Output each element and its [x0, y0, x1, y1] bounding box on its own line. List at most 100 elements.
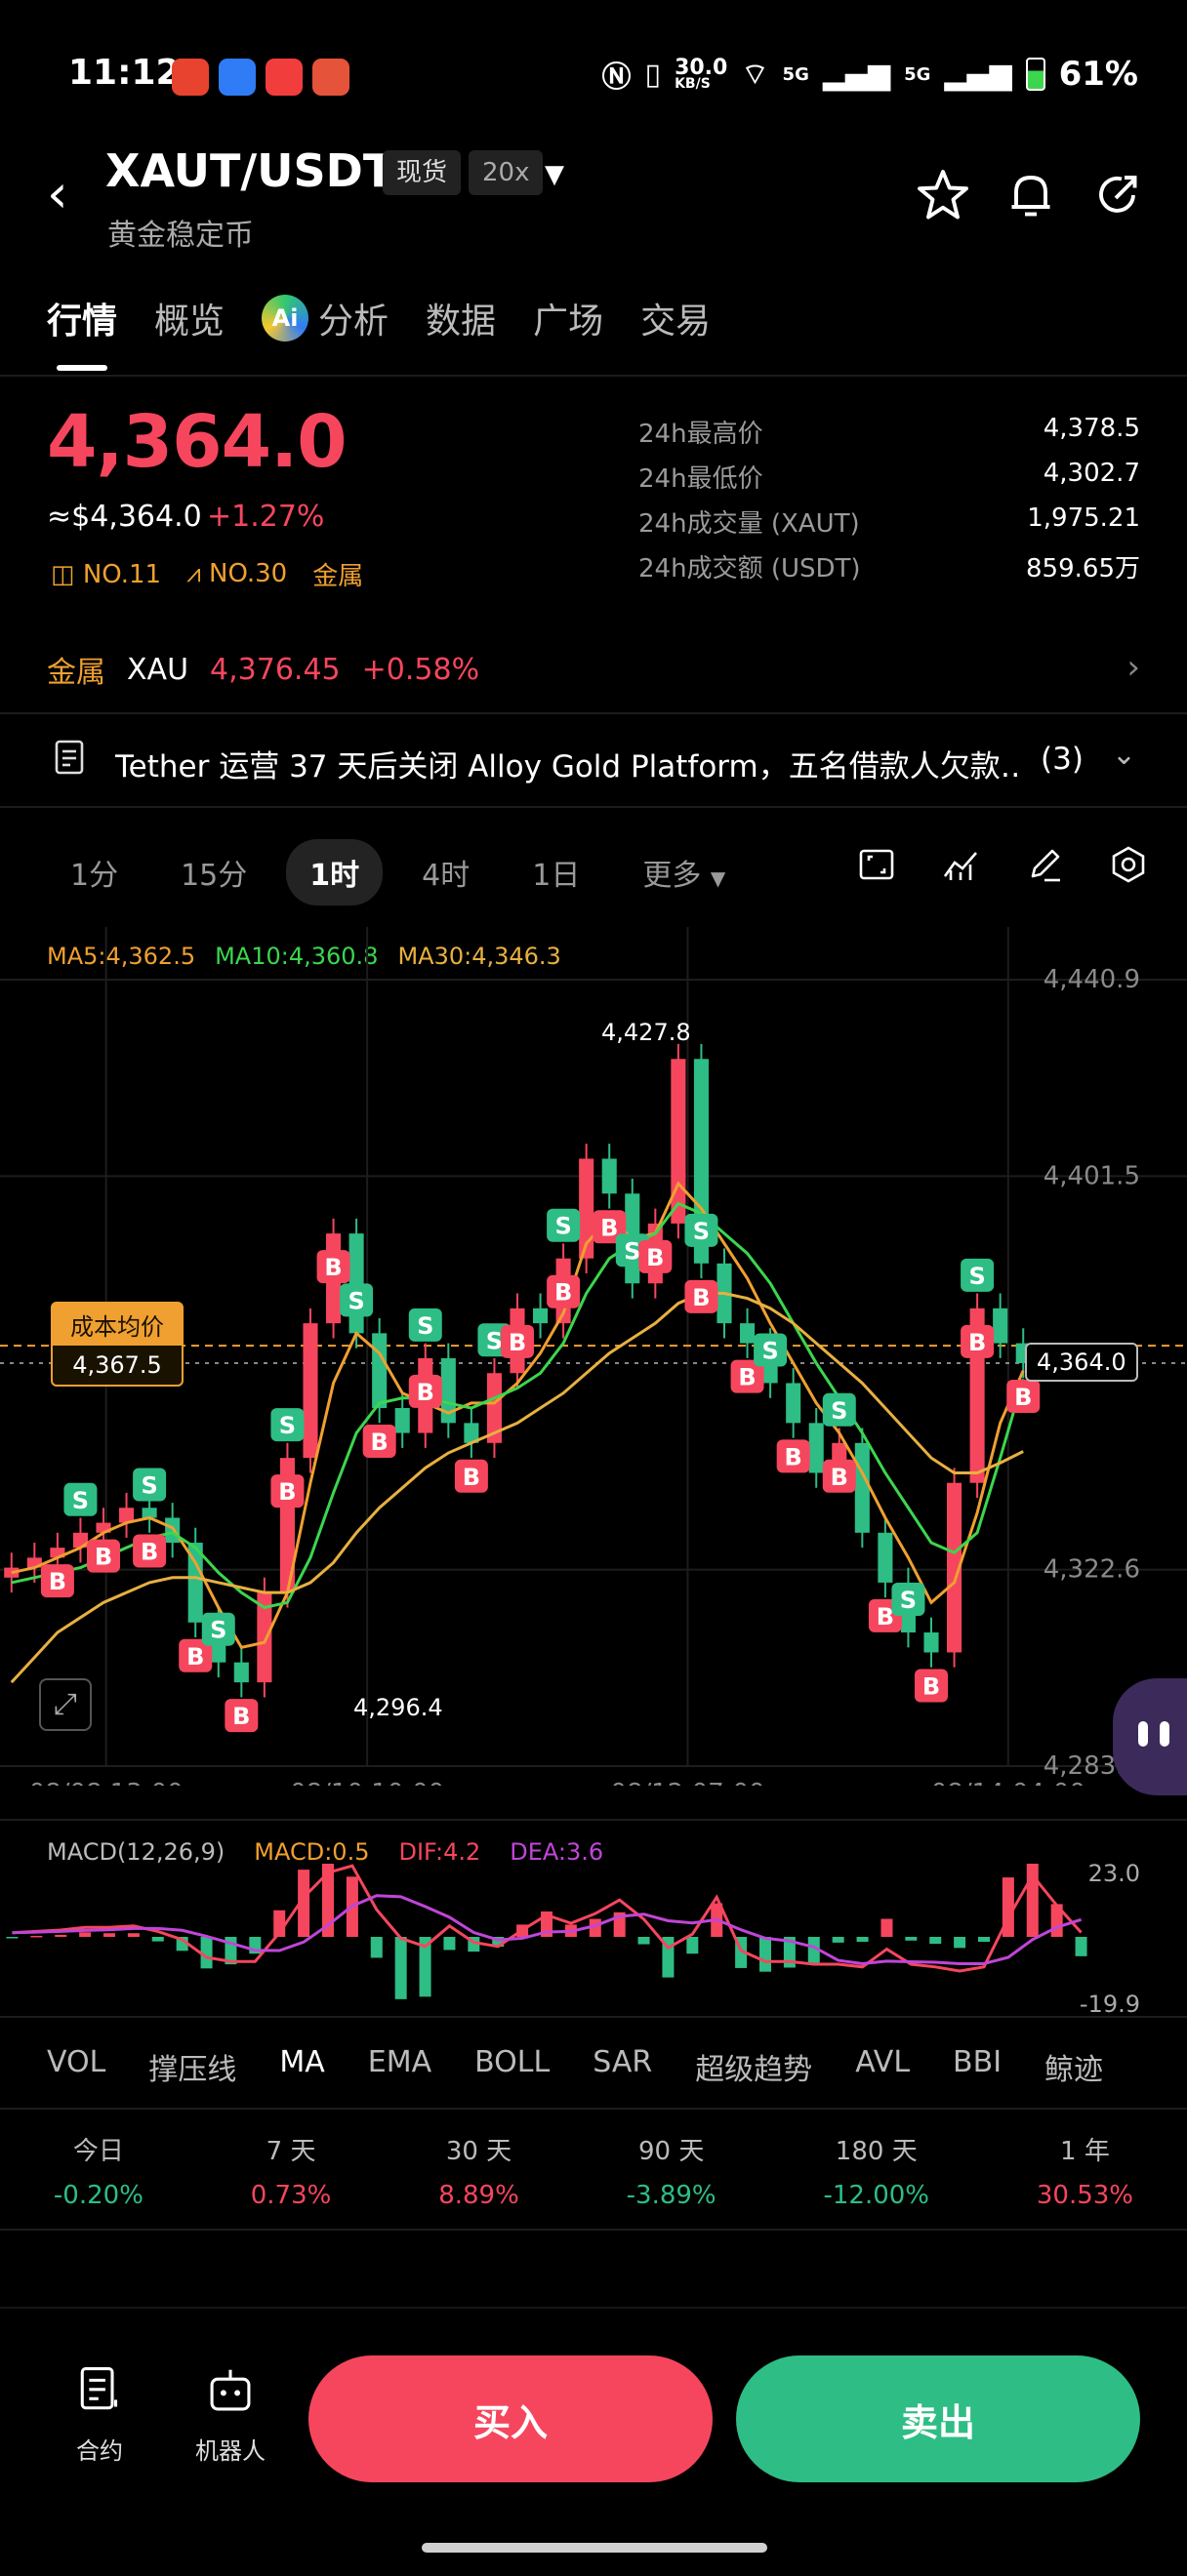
- last-price-tag: 4,364.0: [1025, 1343, 1138, 1382]
- app-notification-icon: [219, 59, 256, 96]
- tab-analysis[interactable]: Ai 分析: [262, 293, 389, 343]
- tab-square[interactable]: 广场: [533, 293, 603, 343]
- cost-average-tag[interactable]: 成本均价 4,367.5: [51, 1302, 184, 1387]
- candle-body: [786, 1383, 801, 1424]
- macd-bar: [759, 1937, 771, 1972]
- tab-overview[interactable]: 概览: [154, 293, 225, 343]
- status-indicators: Ⓝ ▯ 30.0 KB/S ⌔ 5G ▂▄▆ 5G ▂▄▆ 61%: [602, 53, 1138, 96]
- chevron-down-icon[interactable]: ▼: [545, 160, 564, 189]
- indicator-whale[interactable]: 鲸迹: [1044, 2045, 1103, 2088]
- rank-badge[interactable]: ⩘ NO.30: [186, 559, 287, 589]
- indicator-supertrend[interactable]: 超级趋势: [695, 2045, 812, 2088]
- indicator-boll[interactable]: BOLL: [474, 2045, 550, 2088]
- eye-icon: [1138, 1721, 1148, 1747]
- metal-change: +0.58%: [361, 652, 480, 687]
- buy-marker-label: B: [278, 1478, 296, 1506]
- tab-data[interactable]: 数据: [426, 293, 496, 343]
- sell-marker-label: S: [348, 1287, 364, 1314]
- indicator-ema[interactable]: EMA: [368, 2045, 431, 2088]
- price-change: +1.27%: [207, 500, 325, 534]
- timeframe-15m[interactable]: 15分: [157, 839, 270, 906]
- perf-item: 30 天 8.89%: [438, 2137, 519, 2210]
- draw-icon[interactable]: [1025, 845, 1064, 884]
- buy-marker: B: [961, 1324, 995, 1358]
- indicator-sar[interactable]: SAR: [593, 2045, 652, 2088]
- x-tick-label: 08/08 13:00: [29, 1779, 184, 1786]
- last-price: 4,364.0: [47, 400, 348, 484]
- pair-title[interactable]: XAUT/USDT: [105, 144, 393, 197]
- macd-bar: [880, 1918, 893, 1937]
- buy-marker-label: B: [232, 1703, 250, 1730]
- star-icon[interactable]: [914, 166, 972, 224]
- macd-bar: [1075, 1937, 1087, 1956]
- sell-marker: S: [891, 1583, 925, 1617]
- candle-body: [303, 1323, 318, 1459]
- signal-icon: ▂▄▆: [822, 57, 891, 92]
- divider: [0, 2307, 1187, 2309]
- back-icon[interactable]: ‹: [47, 168, 68, 221]
- battery-level: 61%: [1058, 55, 1138, 94]
- indicator-ma[interactable]: MA: [279, 2045, 324, 2088]
- buy-marker-label: B: [968, 1329, 986, 1356]
- expand-icon[interactable]: ⤢: [39, 1678, 92, 1731]
- indicator-bbi[interactable]: BBI: [953, 2045, 1002, 2088]
- metal-row[interactable]: 金属 XAU 4,376.45 +0.58%: [47, 648, 479, 691]
- buy-marker: B: [133, 1534, 167, 1568]
- indicator-avl[interactable]: AVL: [855, 2045, 910, 2088]
- macd-bar: [832, 1937, 844, 1943]
- buy-marker: B: [822, 1459, 856, 1493]
- perf-item: 7 天 0.73%: [250, 2137, 332, 2210]
- buy-marker-label: B: [831, 1464, 848, 1491]
- sell-marker-label: S: [141, 1471, 157, 1499]
- sell-button[interactable]: 卖出: [736, 2355, 1140, 2482]
- buy-marker-label: B: [877, 1603, 894, 1630]
- buy-marker: B: [87, 1539, 120, 1573]
- metal-category: 金属: [47, 656, 105, 690]
- indicator-support[interactable]: 撑压线: [148, 2045, 236, 2088]
- timeframe-1h[interactable]: 1时: [286, 839, 384, 906]
- news-headline[interactable]: Tether 运营 37 天后关闭 Alloy Gold Platform，五名…: [115, 742, 1023, 785]
- sell-marker: S: [340, 1283, 374, 1317]
- buy-marker-label: B: [1014, 1384, 1032, 1411]
- leverage-tag[interactable]: 20x: [469, 150, 544, 195]
- stat-row: 24h最高价 4,378.5: [638, 414, 1140, 449]
- sell-marker-label: S: [210, 1617, 226, 1644]
- home-indicator[interactable]: [422, 2543, 767, 2553]
- news-icon: [55, 740, 84, 775]
- macd-bar: [954, 1937, 966, 1949]
- rank-badge[interactable]: ◫ NO.11: [51, 560, 161, 589]
- indicator-vol[interactable]: VOL: [47, 2045, 105, 2088]
- fullscreen-icon[interactable]: [857, 845, 896, 884]
- chevron-right-icon[interactable]: ›: [1126, 648, 1140, 687]
- buy-marker-label: B: [324, 1254, 342, 1281]
- indicator-icon[interactable]: [941, 845, 980, 884]
- timeframe-1m[interactable]: 1分: [47, 839, 142, 906]
- robot-button[interactable]: 机器人: [133, 2365, 328, 2466]
- tab-trade[interactable]: 交易: [640, 293, 711, 343]
- settings-icon[interactable]: [1109, 845, 1148, 884]
- timeframe-1d[interactable]: 1日: [509, 839, 603, 906]
- tab-market[interactable]: 行情: [47, 293, 117, 371]
- macd-bar: [55, 1934, 67, 1937]
- category-badge[interactable]: 金属: [312, 556, 363, 592]
- macd-bar: [637, 1937, 650, 1945]
- sell-marker: S: [201, 1612, 235, 1646]
- sell-marker: S: [133, 1468, 167, 1502]
- stat-row: 24h成交额 (USDT) 859.65万: [638, 554, 1140, 584]
- divider: [0, 712, 1187, 714]
- share-icon[interactable]: [1089, 166, 1148, 224]
- timeframe-4h[interactable]: 4时: [398, 839, 493, 906]
- indicator-tabs: VOL 撑压线 MA EMA BOLL SAR 超级趋势 AVL BBI 鲸迹: [47, 2045, 1103, 2088]
- app-notification-icon: [172, 59, 209, 96]
- sell-marker-label: S: [831, 1397, 847, 1425]
- divider: [0, 806, 1187, 808]
- rank-icon: ◫: [51, 559, 83, 589]
- bell-icon[interactable]: [1002, 166, 1060, 224]
- chevron-down-icon[interactable]: ⌄: [1112, 738, 1136, 772]
- stat-row: 24h成交量 (XAUT) 1,975.21: [638, 503, 1140, 539]
- timeframe-more[interactable]: 更多 ▼: [619, 839, 749, 906]
- buy-button[interactable]: 买入: [308, 2355, 713, 2482]
- buy-marker: B: [501, 1324, 534, 1358]
- candle-body: [740, 1323, 756, 1344]
- floating-assistant[interactable]: [1113, 1678, 1187, 1795]
